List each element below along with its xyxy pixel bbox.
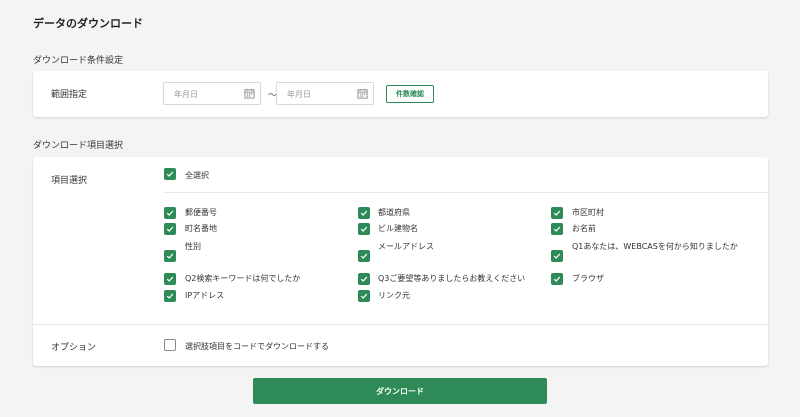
checkmark-icon	[360, 210, 368, 216]
field-checkbox-q1[interactable]	[551, 250, 563, 262]
field-checkbox-street[interactable]	[164, 223, 176, 235]
items-card: 項目選択 全選択 郵便番号 都道府県 市区町村 町名番地 ビル建物名 お名前 性…	[33, 157, 768, 366]
field-label: 郵便番号	[185, 208, 217, 217]
field-checkbox-q3[interactable]	[358, 273, 370, 285]
field-checkbox-referrer[interactable]	[358, 290, 370, 302]
calendar-icon[interactable]	[357, 88, 368, 99]
items-section-title: ダウンロード項目選択	[33, 141, 124, 151]
checkmark-icon	[166, 253, 174, 259]
checkmark-icon	[360, 226, 368, 232]
count-confirm-button[interactable]: 件数確認	[386, 85, 434, 103]
field-checkbox-ip-address[interactable]	[164, 290, 176, 302]
field-checkbox-gender[interactable]	[164, 250, 176, 262]
page-title: データのダウンロード	[33, 17, 143, 30]
field-label: 市区町村	[572, 208, 604, 217]
field-checkbox-postal-code[interactable]	[164, 207, 176, 219]
checkmark-icon	[553, 226, 561, 232]
field-label: Q1あなたは、WEBCASを何から知りましたか	[572, 242, 738, 251]
checkmark-icon	[360, 253, 368, 259]
checkmark-icon	[166, 276, 174, 282]
checkmark-icon	[166, 226, 174, 232]
field-checkbox-browser[interactable]	[551, 273, 563, 285]
checkmark-icon	[360, 293, 368, 299]
checkmark-icon	[166, 171, 174, 177]
field-label: IPアドレス	[185, 291, 225, 300]
date-to-input[interactable]: 年月日	[276, 82, 374, 105]
conditions-section-title: ダウンロード条件設定	[33, 56, 124, 66]
checkmark-icon	[553, 210, 561, 216]
checkmark-icon	[553, 276, 561, 282]
checkmark-icon	[553, 253, 561, 259]
field-checkbox-prefecture[interactable]	[358, 207, 370, 219]
field-checkbox-city[interactable]	[551, 207, 563, 219]
date-from-input[interactable]: 年月日	[163, 82, 261, 105]
select-all-label: 全選択	[185, 171, 209, 180]
field-label: リンク元	[378, 291, 410, 300]
field-checkbox-building[interactable]	[358, 223, 370, 235]
field-checkbox-name[interactable]	[551, 223, 563, 235]
field-label: お名前	[572, 224, 596, 233]
field-label: ブラウザ	[572, 274, 604, 283]
items-divider	[164, 192, 768, 193]
field-label: 性別	[185, 242, 201, 251]
range-label: 範囲指定	[51, 90, 88, 100]
options-label: オプション	[51, 343, 97, 353]
checkmark-icon	[166, 210, 174, 216]
field-checkbox-email[interactable]	[358, 250, 370, 262]
field-label: 都道府県	[378, 208, 410, 217]
conditions-card: 範囲指定 年月日 〜 年月日 件数確認	[33, 71, 768, 117]
code-download-label: 選択肢項目をコードでダウンロードする	[185, 342, 329, 351]
calendar-icon[interactable]	[244, 88, 255, 99]
item-select-label: 項目選択	[51, 176, 88, 186]
select-all-checkbox[interactable]	[164, 168, 176, 180]
checkmark-icon	[360, 276, 368, 282]
field-label: 町名番地	[185, 224, 217, 233]
options-divider	[33, 324, 768, 325]
field-checkbox-q2[interactable]	[164, 273, 176, 285]
date-to-placeholder: 年月日	[287, 90, 311, 99]
field-label: Q2検索キーワードは何でしたか	[185, 274, 301, 283]
date-from-placeholder: 年月日	[174, 90, 198, 99]
field-label: Q3ご要望等ありましたらお教えください	[378, 274, 526, 283]
code-download-checkbox[interactable]	[164, 339, 176, 351]
field-label: ビル建物名	[378, 224, 418, 233]
field-label: メールアドレス	[378, 242, 434, 251]
download-button[interactable]: ダウンロード	[253, 378, 547, 404]
checkmark-icon	[166, 293, 174, 299]
